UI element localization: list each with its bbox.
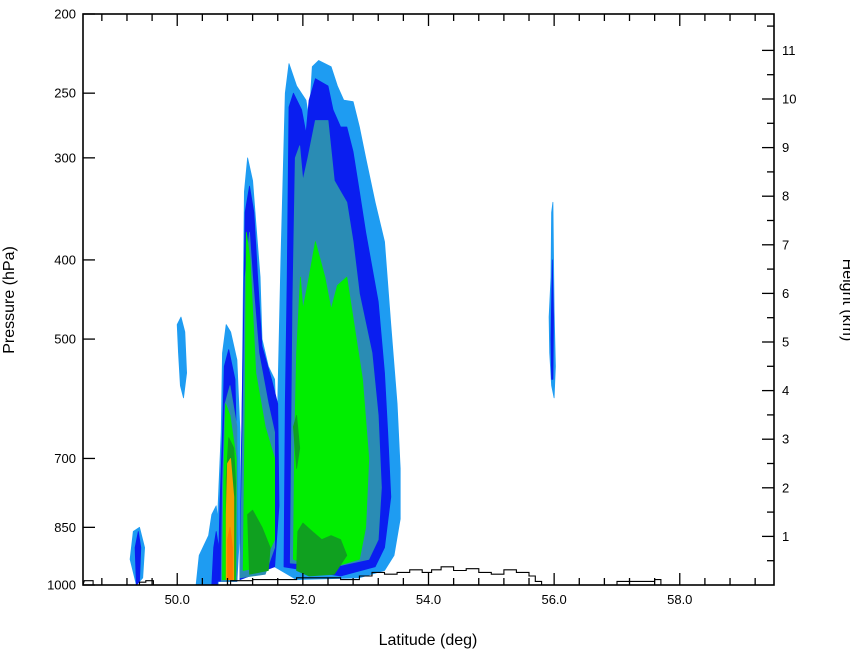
- x-tick-label: 58.0: [667, 592, 692, 607]
- x-axis-title: Latitude (deg): [379, 632, 478, 649]
- y-left-tick-label: 700: [54, 451, 76, 466]
- y-right-tick-label: 8: [782, 189, 789, 204]
- y-left-tick-label: 200: [54, 7, 76, 22]
- plot-background: [83, 14, 774, 585]
- y-right-tick-label: 11: [782, 43, 796, 58]
- x-tick-label: 50.0: [165, 592, 190, 607]
- y-right-tick-label: 9: [782, 140, 789, 155]
- x-tick-label: 56.0: [541, 592, 566, 607]
- x-tick-label: 54.0: [416, 592, 441, 607]
- y-left-tick-label: 1000: [47, 578, 76, 593]
- y-axis-right-title: Height (km): [839, 259, 850, 342]
- y-left-tick-label: 850: [54, 520, 76, 535]
- y-right-tick-label: 1: [782, 529, 789, 544]
- y-right-tick-label: 4: [782, 383, 789, 398]
- cross-section-chart: 50.0 52.0 54.0 56.0 58.020025030040050070085…: [1, 7, 850, 650]
- y-right-tick-label: 10: [782, 91, 796, 106]
- y-axis-left-title: Pressure (hPa): [1, 246, 18, 354]
- y-right-tick-label: 5: [782, 334, 789, 349]
- y-left-tick-label: 500: [54, 332, 76, 347]
- y-left-tick-label: 400: [54, 252, 76, 267]
- y-right-tick-label: 3: [782, 432, 789, 447]
- y-right-tick-label: 7: [782, 237, 789, 252]
- y-left-tick-label: 300: [54, 150, 76, 165]
- y-right-tick-label: 6: [782, 286, 789, 301]
- y-left-tick-label: 250: [54, 86, 76, 101]
- y-right-tick-label: 2: [782, 480, 789, 495]
- x-tick-label: 52.0: [290, 592, 315, 607]
